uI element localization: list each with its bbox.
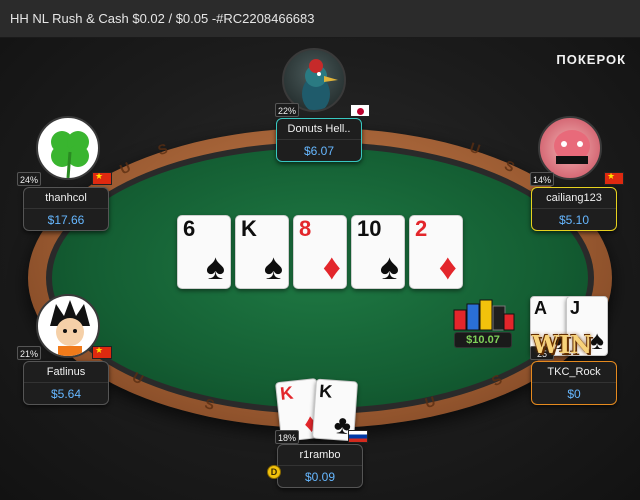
card-rank: 2 (415, 216, 428, 241)
player-top-plate[interactable]: Donuts Hell.. $6.07 (276, 118, 362, 162)
board-card-3: 8 ♦ (293, 215, 347, 289)
card-rank: K (279, 382, 295, 404)
pot-chips-icon (453, 299, 515, 331)
russia-flag-icon (348, 430, 368, 443)
spade-icon: ♠ (263, 246, 283, 287)
spade-icon: ♠ (379, 246, 399, 287)
player-bottom-left-avatar[interactable] (36, 294, 100, 358)
hero-plate[interactable]: r1rambo $0.09 (277, 444, 363, 488)
player-bottom-left-stack: $5.64 (50, 387, 82, 401)
player-bottom-right-name: TKC_Rock (532, 362, 616, 383)
china-flag-icon (604, 172, 624, 185)
japan-flag-icon (350, 104, 370, 117)
brand-logo: ПОКЕРОК (556, 52, 626, 67)
card-rank: 8 (299, 216, 312, 241)
player-top-left-name: thanhcol (24, 188, 108, 209)
player-bottom-right-plate[interactable]: TKC_Rock $0 (531, 361, 617, 405)
hero-name: r1rambo (278, 445, 362, 466)
player-top-right-stack: $5.10 (558, 213, 590, 227)
player-bottom-left-name: Fatlinus (24, 362, 108, 383)
pot-amount: $10.07 (454, 332, 512, 348)
player-top-right-name: cailiang123 (532, 188, 616, 209)
board-card-5: 2 ♦ (409, 215, 463, 289)
board-card-2: K ♠ (235, 215, 289, 289)
card-rank: J (570, 298, 581, 318)
player-bottom-right-stack: $0 (567, 387, 581, 401)
player-top-left-stack: $17.66 (47, 213, 85, 227)
card-rank: K (318, 380, 333, 402)
card-rank: K (241, 216, 257, 241)
community-cards: 6 ♠ K ♠ 8 ♦ 10 ♠ 2 ♦ (177, 215, 467, 291)
china-flag-icon (92, 346, 112, 359)
player-top-name: Donuts Hell.. (277, 119, 361, 140)
player-top-stack: $6.07 (303, 144, 335, 158)
board-card-4: 10 ♠ (351, 215, 405, 289)
player-top-right-equity: 14% (530, 172, 554, 186)
player-bottom-left-plate[interactable]: Fatlinus $5.64 (23, 361, 109, 405)
title-bar: HH NL Rush & Cash $0.02 / $0.05 -#RC2208… (0, 0, 640, 38)
card-rank: 6 (183, 216, 196, 241)
player-top-right-avatar[interactable] (538, 116, 602, 180)
win-badge: WIN (532, 330, 593, 359)
dealer-button: D (267, 465, 281, 479)
diamond-icon: ♦ (322, 246, 341, 287)
window-title: HH NL Rush & Cash $0.02 / $0.05 -#RC2208… (10, 11, 315, 26)
player-top-right-plate[interactable]: cailiang123 $5.10 (531, 187, 617, 231)
china-flag-icon (92, 172, 112, 185)
player-top-left-avatar[interactable] (36, 116, 100, 180)
player-bottom-left-equity: 21% (17, 346, 41, 360)
hero-equity: 18% (275, 430, 299, 444)
card-rank: 10 (357, 216, 382, 241)
hero-stack: $0.09 (304, 470, 336, 484)
board-card-1: 6 ♠ (177, 215, 231, 289)
player-top-left-equity: 24% (17, 172, 41, 186)
spade-icon: ♠ (205, 246, 225, 287)
diamond-icon: ♦ (438, 246, 457, 287)
player-top-equity: 22% (275, 103, 299, 117)
spade-icon: ♠ (590, 325, 604, 355)
player-top-left-plate[interactable]: thanhcol $17.66 (23, 187, 109, 231)
card-rank: A (534, 298, 547, 318)
